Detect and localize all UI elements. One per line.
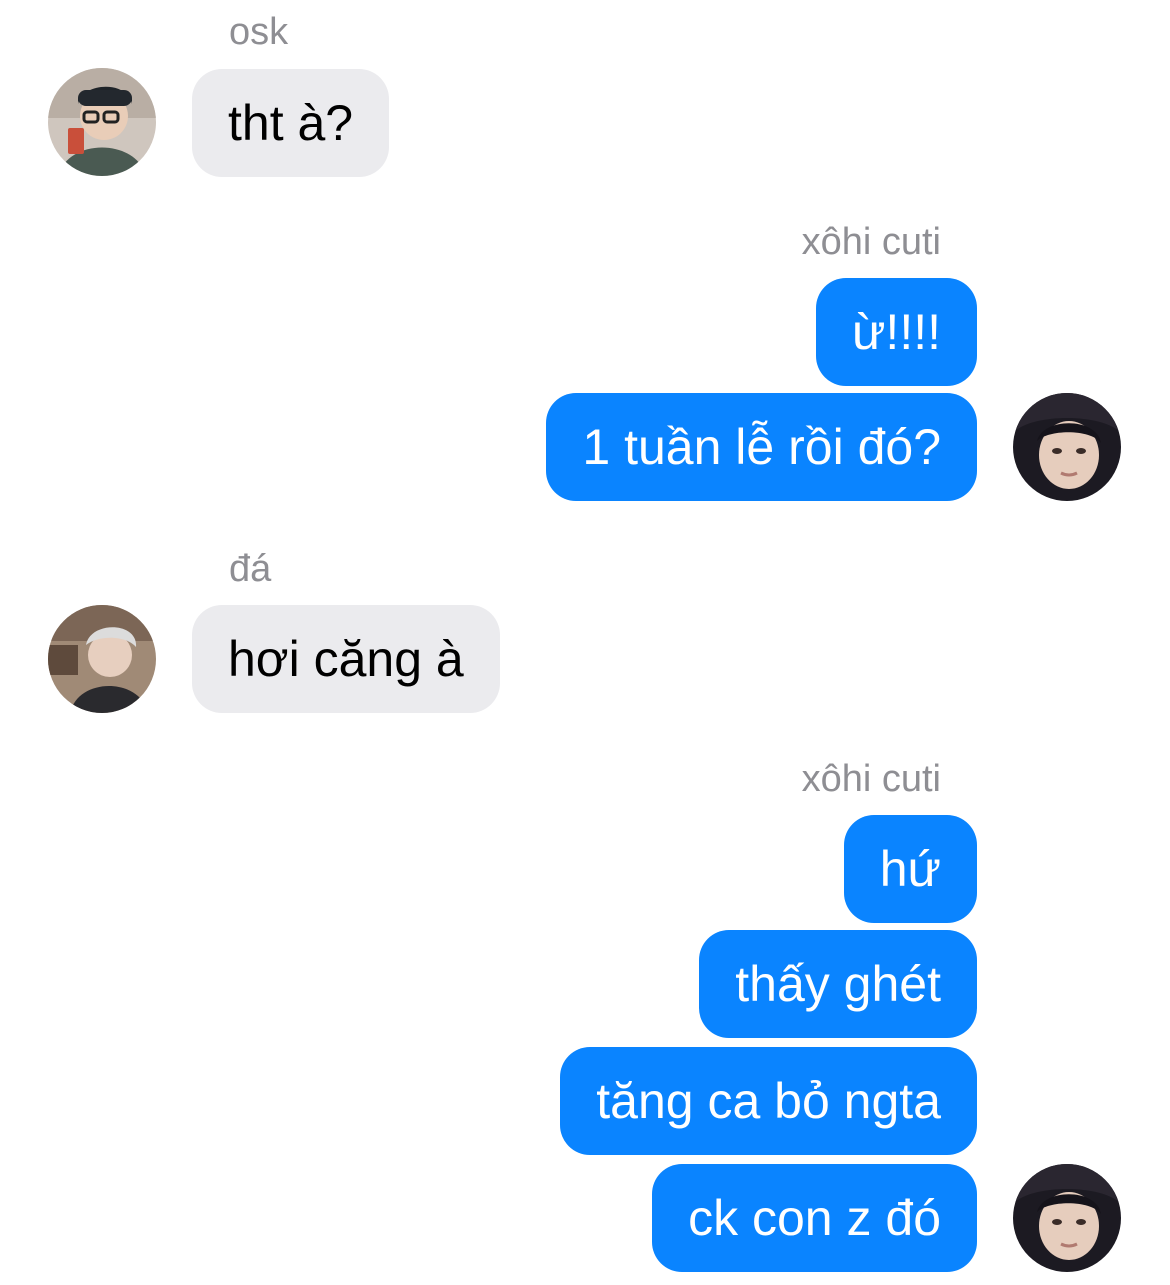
avatar-xohi-cuti[interactable] (1013, 393, 1121, 501)
sender-name-xohi-cuti: xôhi cuti (801, 758, 941, 800)
message-bubble-outgoing[interactable]: ck con z đó (652, 1164, 977, 1272)
sender-name-xohi-cuti: xôhi cuti (801, 221, 941, 263)
message-bubble-outgoing[interactable]: thấy ghét (699, 930, 977, 1038)
sender-name-osk: osk (229, 11, 289, 53)
avatar-da[interactable] (48, 605, 156, 713)
message-bubble-outgoing[interactable]: hứ (843, 815, 977, 923)
sender-name-da: đá (229, 548, 272, 590)
message-bubble-incoming[interactable]: tht à? (192, 69, 390, 177)
message-bubble-outgoing[interactable]: 1 tuần lễ rồi đó? (546, 393, 977, 501)
message-bubble-incoming[interactable]: hơi căng à (192, 605, 500, 713)
avatar-xohi-cuti[interactable] (1013, 1164, 1121, 1272)
avatar-osk[interactable] (48, 68, 156, 176)
message-bubble-outgoing[interactable]: tăng ca bỏ ngta (560, 1047, 977, 1155)
message-bubble-outgoing[interactable]: ừ!!!! (815, 278, 977, 386)
